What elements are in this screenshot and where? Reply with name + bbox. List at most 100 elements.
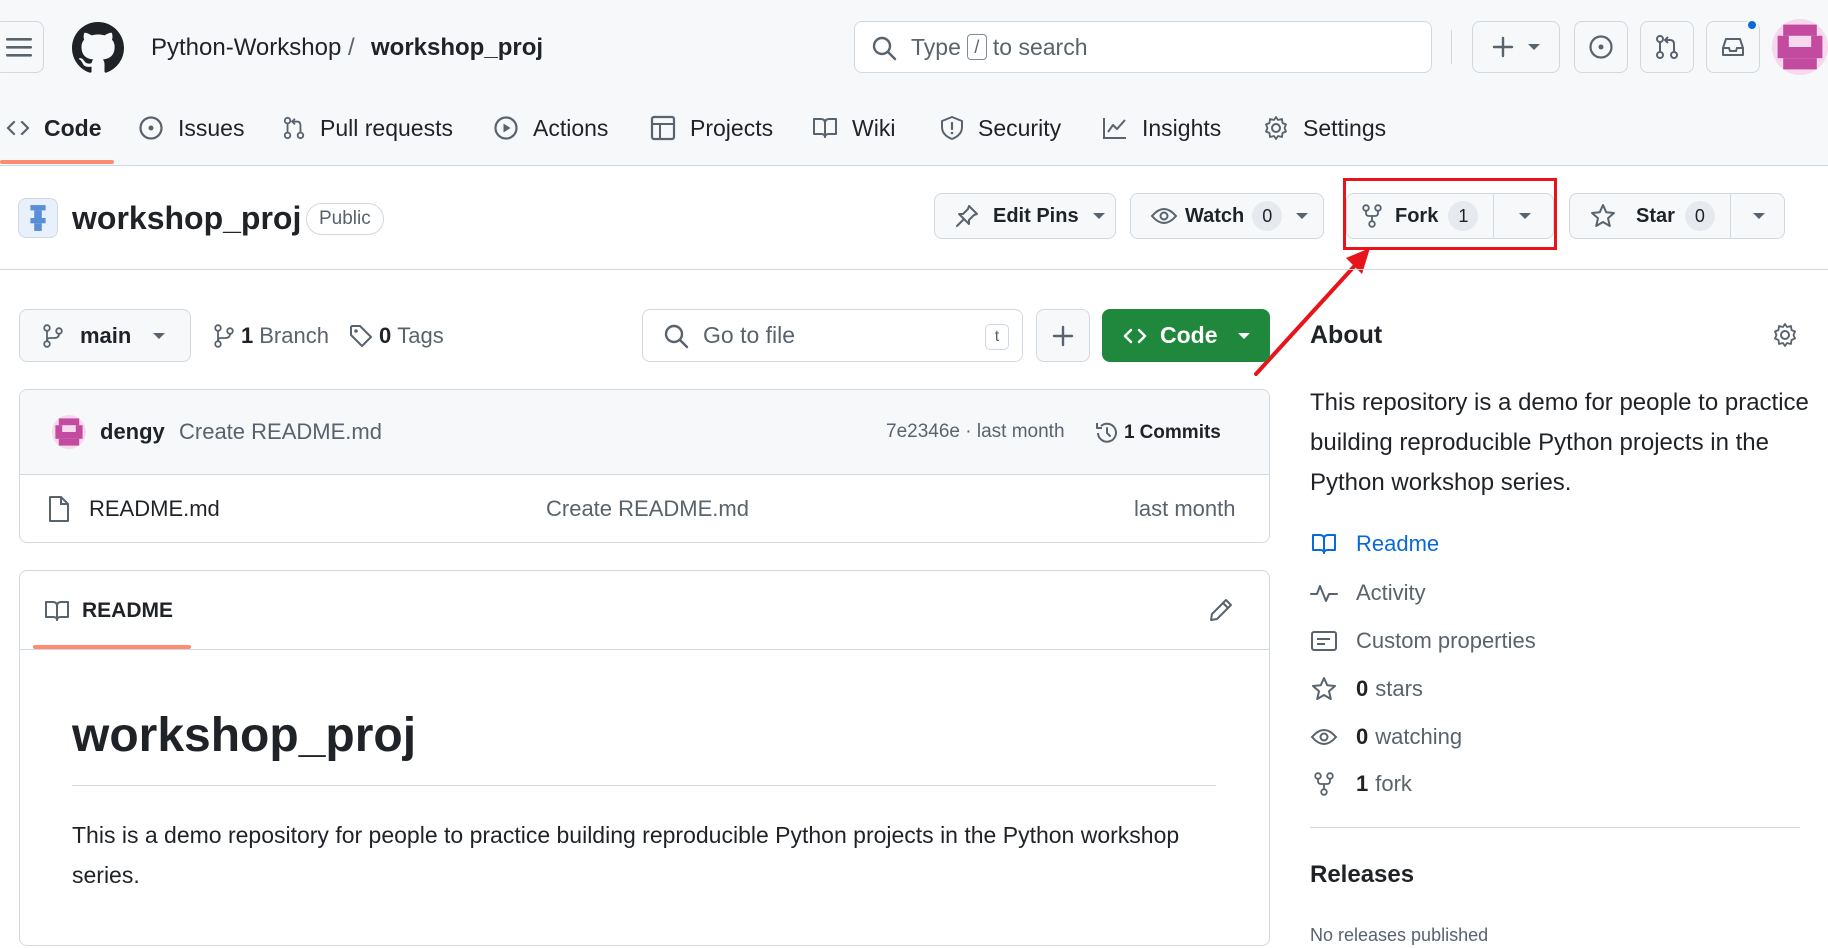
tab-security[interactable]: Security xyxy=(940,108,1061,148)
pull-requests-button[interactable] xyxy=(1640,21,1694,73)
note-icon xyxy=(1310,629,1356,653)
tab-actions[interactable]: Actions xyxy=(493,108,608,148)
gear-icon xyxy=(1263,115,1303,141)
add-file-button[interactable] xyxy=(1036,309,1090,362)
branches-link[interactable]: 1 Branch xyxy=(213,320,329,352)
tab-label: Settings xyxy=(1303,114,1387,141)
edit-pins-button[interactable]: Edit Pins xyxy=(934,193,1116,239)
watching-count: 0 xyxy=(1356,724,1369,749)
search-suffix: to search xyxy=(992,33,1088,60)
plus-icon xyxy=(1052,325,1074,347)
heading-divider xyxy=(72,785,1216,786)
branch-selector[interactable]: main xyxy=(19,309,191,362)
chevron-down-icon[interactable] xyxy=(1753,213,1765,219)
issues-button[interactable] xyxy=(1574,21,1628,73)
play-icon xyxy=(493,115,533,141)
tab-label: Projects xyxy=(690,114,774,141)
go-to-file-input[interactable]: Go to file t xyxy=(642,309,1023,362)
file-name[interactable]: README.md xyxy=(89,496,220,522)
shield-icon xyxy=(940,115,978,141)
tab-projects[interactable]: Projects xyxy=(650,108,773,148)
breadcrumb-owner[interactable]: Python-Workshop xyxy=(151,34,341,62)
tab-wiki[interactable]: Wiki xyxy=(812,108,895,148)
git-branch-icon xyxy=(42,323,64,348)
search-input[interactable]: Type / to search xyxy=(854,21,1432,73)
search-prefix: Type xyxy=(911,33,961,60)
releases-title[interactable]: Releases xyxy=(1310,861,1414,889)
commits-count: 1 xyxy=(1124,422,1135,443)
watch-button[interactable]: Watch 0 xyxy=(1130,193,1324,239)
star-button[interactable]: Star 0 xyxy=(1569,193,1785,239)
fork-count: 1 xyxy=(1356,771,1369,796)
releases-empty: No releases published xyxy=(1310,925,1489,945)
file-time: last month xyxy=(1134,496,1236,521)
activity-link[interactable]: Activity xyxy=(1310,577,1426,609)
tab-code[interactable]: Code xyxy=(6,108,102,148)
create-new-button[interactable] xyxy=(1472,21,1560,73)
fork-label: fork xyxy=(1375,771,1412,796)
readme-link-label: Readme xyxy=(1356,531,1440,556)
commit-message[interactable]: Create README.md xyxy=(179,419,382,445)
about-description: This repository is a demo for people to … xyxy=(1310,389,1809,496)
tag-count: 0 xyxy=(379,323,392,348)
gear-icon[interactable] xyxy=(1772,322,1798,348)
readme-tab[interactable]: README xyxy=(44,596,173,626)
chevron-down-icon xyxy=(1092,213,1105,219)
table-row[interactable]: README.md Create README.md last month xyxy=(20,476,1269,542)
table-icon xyxy=(650,115,690,141)
visibility-badge: Public xyxy=(306,203,384,235)
book-icon xyxy=(44,599,70,623)
repo-title[interactable]: workshop_proj xyxy=(72,200,301,237)
breadcrumb-separator: / xyxy=(348,34,355,61)
book-icon xyxy=(812,116,852,140)
readme-heading: workshop_proj xyxy=(72,709,417,762)
tab-issues[interactable]: Issues xyxy=(138,108,244,148)
watching-link[interactable]: 0 watching xyxy=(1310,721,1462,753)
about-title: About xyxy=(1310,321,1383,349)
commits-label: Commits xyxy=(1139,422,1221,443)
star-icon xyxy=(1590,203,1616,229)
readme-header-divider xyxy=(20,649,1269,650)
breadcrumb-repo[interactable]: workshop_proj xyxy=(371,34,543,62)
commit-author[interactable]: dengy xyxy=(100,419,165,445)
issue-opened-icon xyxy=(138,115,178,141)
branch-count: 1 xyxy=(241,323,254,348)
github-logo-icon[interactable] xyxy=(72,22,124,74)
avatar[interactable] xyxy=(1772,19,1828,75)
tags-link[interactable]: 0 Tags xyxy=(349,320,444,352)
file-commit-message[interactable]: Create README.md xyxy=(546,496,749,522)
tab-pull-requests[interactable]: Pull requests xyxy=(282,108,453,148)
tab-label: Issues xyxy=(178,114,245,141)
pencil-icon[interactable] xyxy=(1208,597,1234,623)
watching-label: watching xyxy=(1375,724,1463,749)
eye-icon xyxy=(1151,206,1177,226)
book-icon xyxy=(1310,532,1356,556)
tag-label: Tags xyxy=(397,323,444,348)
tab-settings[interactable]: Settings xyxy=(1263,108,1386,148)
branch-name: main xyxy=(80,322,132,348)
search-icon xyxy=(871,35,897,61)
stars-count: 0 xyxy=(1356,676,1369,701)
star-count: 0 xyxy=(1684,201,1715,231)
chevron-down-icon xyxy=(153,332,166,339)
readme-link[interactable]: Readme xyxy=(1310,528,1439,560)
tab-insights[interactable]: Insights xyxy=(1102,108,1221,148)
annotation-arrow xyxy=(1254,248,1370,376)
commit-author-avatar[interactable] xyxy=(52,415,86,449)
custom-properties-link[interactable]: Custom properties xyxy=(1310,625,1536,657)
repo-avatar[interactable] xyxy=(18,198,58,238)
code-dropdown-button[interactable]: Code xyxy=(1102,309,1270,362)
repo-header-divider xyxy=(0,269,1828,270)
forks-link[interactable]: 1 fork xyxy=(1310,768,1412,800)
stars-label: stars xyxy=(1375,676,1423,701)
menu-button[interactable] xyxy=(0,21,44,73)
history-icon xyxy=(1094,420,1120,446)
star-icon xyxy=(1310,676,1356,702)
branch-label: Branch xyxy=(259,323,329,348)
commits-link[interactable]: 1 Commits xyxy=(1094,418,1221,448)
stars-link[interactable]: 0 stars xyxy=(1310,673,1423,705)
chevron-down-icon xyxy=(1528,44,1540,50)
header-divider xyxy=(1451,30,1452,64)
commit-hash-time[interactable]: 7e2346e · last month xyxy=(886,421,1065,443)
hamburger-icon xyxy=(6,36,32,58)
